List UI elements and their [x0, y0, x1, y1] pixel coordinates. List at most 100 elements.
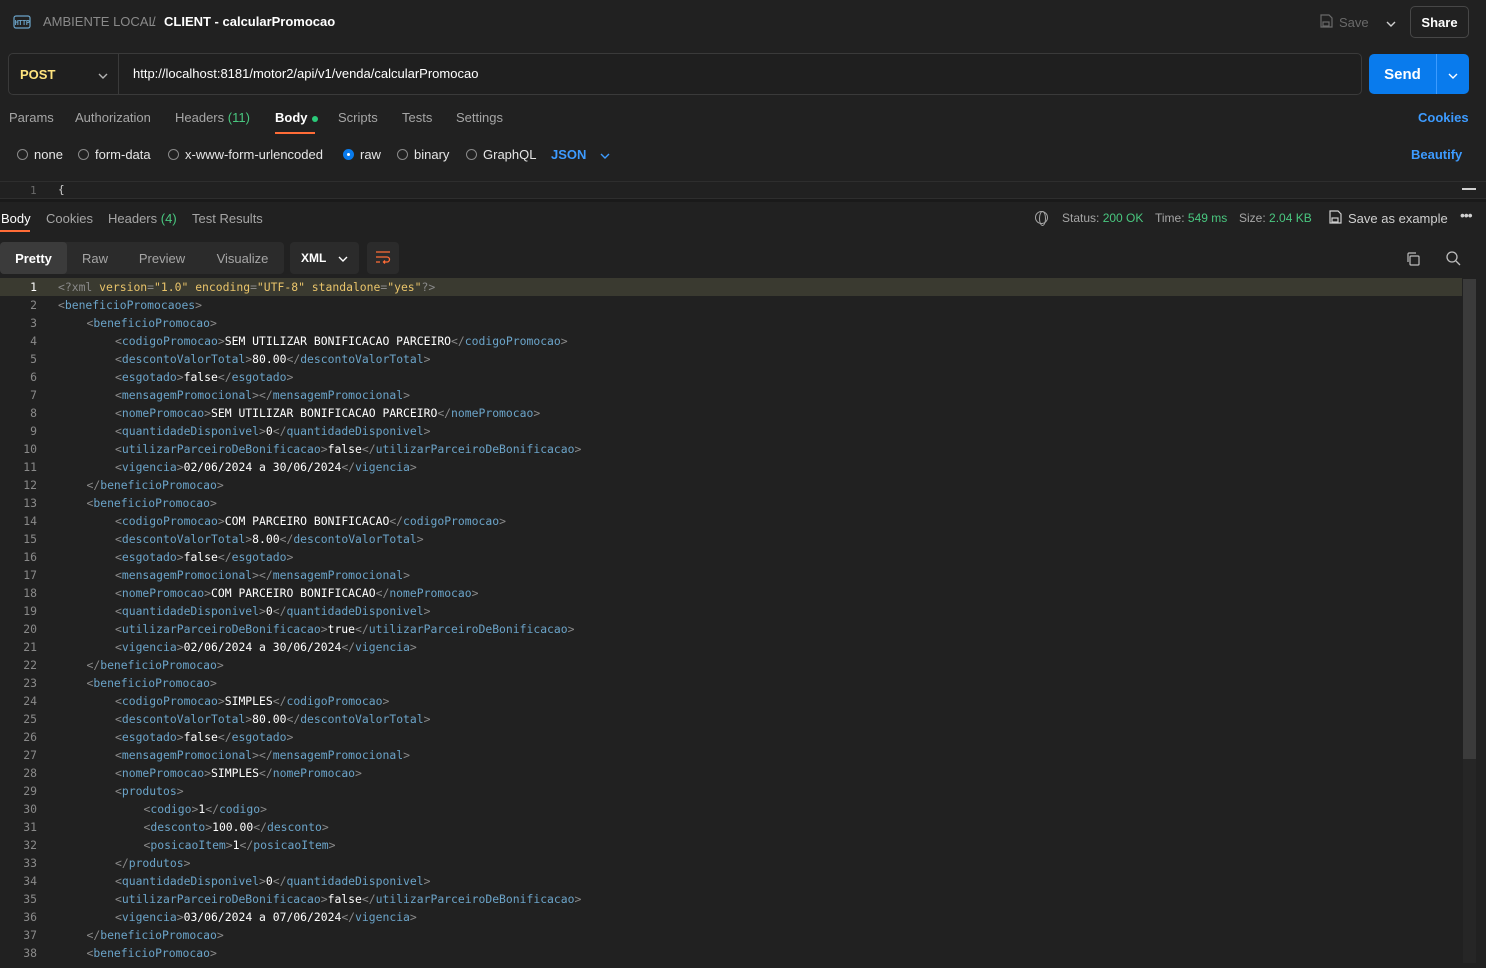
view-pretty[interactable]: Pretty — [0, 242, 67, 274]
view-preview[interactable]: Preview — [123, 242, 201, 274]
save-button[interactable]: Save — [1319, 10, 1375, 34]
xml-tag-name: vigencia — [355, 640, 410, 654]
xml-text-value: false — [183, 550, 218, 564]
pane-resize-handle[interactable] — [0, 198, 1486, 202]
xml-punct: > — [320, 892, 328, 906]
request-title[interactable]: CLIENT - calcularPromocao — [164, 14, 335, 29]
radio-circle — [17, 149, 28, 160]
save-options-dropdown[interactable] — [1382, 10, 1400, 34]
request-body-editor[interactable]: 1 { — [0, 181, 1486, 197]
view-raw[interactable]: Raw — [67, 242, 123, 274]
body-type-selector: none form-data x-www-form-urlencoded raw… — [0, 142, 1486, 166]
code-line: 28 <nomePromocao>SIMPLES</nomePromocao> — [0, 764, 1462, 782]
xml-punct: < — [115, 460, 122, 474]
line-number: 23 — [23, 676, 37, 690]
xml-punct: > — [320, 622, 328, 636]
code-text: <codigoPromocao>SIMPLES</codigoPromocao> — [115, 692, 389, 710]
code-line: 4 <codigoPromocao>SEM UTILIZAR BONIFICACA… — [0, 332, 1462, 350]
save-icon — [1328, 210, 1342, 227]
cookies-link[interactable]: Cookies — [1418, 110, 1469, 125]
xml-text-value: 1 — [232, 838, 240, 852]
radio-binary[interactable]: binary — [397, 147, 449, 162]
line-number: 25 — [23, 712, 37, 726]
line-number: 35 — [23, 892, 37, 906]
code-text: <quantidadeDisponivel>0</quantidadeDispo… — [115, 422, 430, 440]
chevron-down-icon — [1386, 15, 1396, 30]
tab-scripts[interactable]: Scripts — [338, 110, 378, 125]
radio-raw-label: raw — [360, 147, 381, 162]
tab-settings[interactable]: Settings — [456, 110, 503, 125]
status-readout[interactable]: Status: 200 OK — [1062, 211, 1143, 225]
wrap-lines-icon — [375, 250, 391, 267]
response-tab-cookies[interactable]: Cookies — [46, 211, 93, 226]
send-options-dropdown[interactable] — [1437, 54, 1469, 94]
url-input[interactable]: http://localhost:8181/motor2/api/v1/vend… — [133, 66, 478, 81]
radio-graphql[interactable]: GraphQL — [466, 147, 536, 162]
xml-tag-name: produtos — [121, 784, 177, 798]
response-tab-body[interactable]: Body — [1, 211, 31, 226]
xml-punct: > — [260, 802, 267, 816]
radio-none[interactable]: none — [17, 147, 63, 162]
globe-icon[interactable] — [1035, 211, 1048, 226]
send-button[interactable]: Send — [1369, 54, 1437, 94]
xml-tag-name: quantidadeDisponivel — [121, 604, 260, 618]
copy-icon[interactable] — [1405, 251, 1421, 267]
size-readout[interactable]: Size: 2.04 KB — [1239, 211, 1312, 225]
xml-tag-name: esgotado — [121, 370, 177, 384]
view-visualize[interactable]: Visualize — [201, 242, 284, 274]
line-number: 18 — [23, 586, 37, 600]
xml-punct: < — [115, 586, 122, 600]
editor-scrollbar[interactable] — [1463, 279, 1476, 759]
xml-tag-name: produtos — [128, 856, 184, 870]
xml-tag-name: mensagemPromocional — [121, 748, 253, 762]
tab-authorization[interactable]: Authorization — [75, 110, 151, 125]
time-readout[interactable]: Time: 549 ms — [1155, 211, 1227, 225]
response-tab-test-results[interactable]: Test Results — [192, 211, 263, 226]
code-text: <beneficioPromocao> — [87, 944, 217, 962]
response-format-select[interactable]: XML — [290, 242, 359, 274]
xml-attr-name: encoding — [195, 280, 251, 294]
share-button[interactable]: Share — [1410, 6, 1469, 38]
more-options-icon[interactable]: ••• — [1460, 207, 1473, 223]
xml-tag-name: utilizarParceiroDeBonificacao — [121, 442, 321, 456]
code-text: <utilizarParceiroDeBonificacao>true</uti… — [115, 620, 574, 638]
response-tab-headers[interactable]: Headers (4) — [108, 211, 177, 226]
tab-body[interactable]: Body — [275, 110, 318, 125]
xml-punct: </ — [205, 802, 219, 816]
save-as-example-button[interactable]: Save as example — [1328, 210, 1448, 227]
xml-punct: > — [176, 370, 184, 384]
code-text: <esgotado>false</esgotado> — [115, 368, 293, 386]
xml-punct: > — [176, 460, 184, 474]
raw-format-select[interactable]: JSON — [551, 147, 610, 162]
xml-punct: > — [409, 910, 417, 924]
beautify-button[interactable]: Beautify — [1411, 147, 1462, 162]
code-line: 13 <beneficioPromocao> — [0, 494, 1462, 512]
xml-punct: > — [204, 586, 212, 600]
response-body-editor[interactable]: 1 <?xml version="1.0" encoding="UTF-8" st… — [0, 278, 1462, 962]
radio-urlencoded[interactable]: x-www-form-urlencoded — [168, 147, 323, 162]
raw-format-label: JSON — [551, 147, 587, 162]
xml-declaration-close: ?> — [421, 280, 436, 294]
tab-tests[interactable]: Tests — [402, 110, 432, 125]
xml-punct: </ — [451, 334, 465, 348]
xml-punct: > — [286, 370, 294, 384]
tab-headers[interactable]: Headers (11) — [175, 110, 250, 125]
xml-tag-name: quantidadeDisponivel — [286, 604, 424, 618]
breadcrumb-environment[interactable]: AMBIENTE LOCAL — [43, 14, 156, 29]
xml-punct: </ — [86, 658, 101, 672]
active-response-tab-underline — [0, 230, 30, 232]
xml-tag-name: beneficioPromocao — [100, 478, 217, 492]
xml-punct: > — [259, 874, 266, 888]
xml-text-value: 0 — [265, 604, 273, 618]
search-icon[interactable] — [1445, 250, 1461, 266]
wrap-lines-button[interactable] — [367, 242, 399, 274]
radio-form-data[interactable]: form-data — [78, 147, 151, 162]
xml-tag-name: esgotado — [121, 550, 177, 564]
radio-raw[interactable]: raw — [343, 147, 381, 162]
method-select[interactable]: POST — [9, 54, 119, 94]
xml-tag-name: posicaoItem — [150, 838, 226, 852]
code-text: <vigencia>02/06/2024 a 30/06/2024</vigen… — [115, 638, 417, 656]
code-line: 5 <descontoValorTotal>80.00</descontoValo… — [0, 350, 1462, 368]
xml-punct: < — [115, 406, 122, 420]
tab-params[interactable]: Params — [9, 110, 54, 125]
